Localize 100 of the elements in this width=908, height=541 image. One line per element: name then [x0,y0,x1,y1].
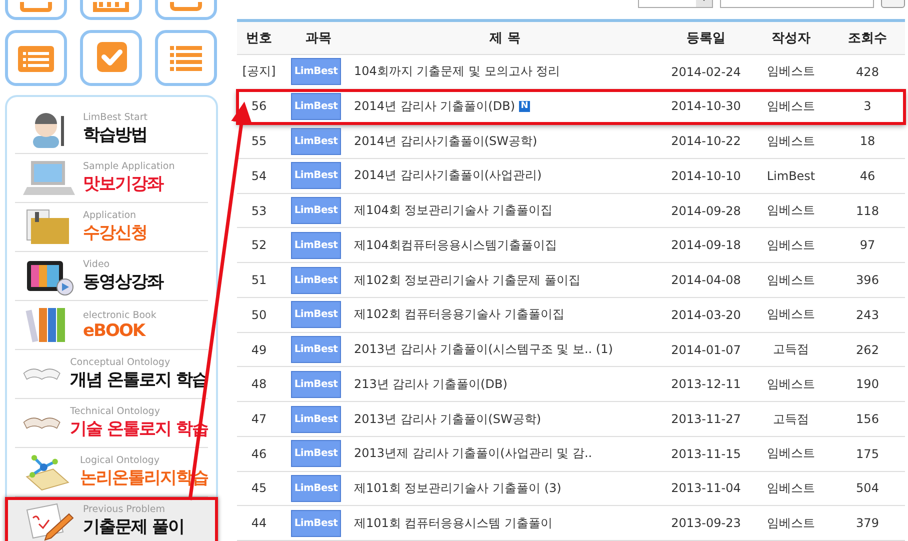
menu-title: 맛보기강좌 [83,173,164,195]
table-row[interactable]: 50 LimBest 제102회 컴퓨터응용기술사 기출풀이집 2014-03-20 임베스트 243 [237,298,905,333]
column-header: 번호 [245,30,273,47]
table-row[interactable]: 51 LimBest 제102회 정보관리기술사 기출문제 풀이집 2014-04-08 임베스트 396 [237,263,905,298]
menu-item[interactable]: Video 동영상강좌 [15,252,208,301]
menu-caption: Technical Ontology [70,406,161,417]
title-link[interactable]: 2013년 감리사 기출풀이(SW공학) [354,410,542,428]
author-cell-text: 임베스트 [766,236,816,254]
table-row[interactable]: 48 LimBest 213년 감리사 기출풀이(DB) 2013-12-11 임베스트 190 [237,367,905,402]
title-link[interactable]: 제101회 정보관리기술사 기출풀이 (3) [354,480,562,497]
table-row[interactable]: 55 LimBest 2014년 감리사기출풀이(SW공학) 2014-10-22 임베스트 18 [237,124,905,159]
calendar-icon [18,2,54,12]
menu-tile[interactable] [155,30,217,86]
number-cell-text: 45 [250,481,268,496]
views-cell-text: 243 [855,308,880,322]
menu-tile[interactable] [5,30,67,86]
author-cell-text: 임베스트 [766,376,816,393]
number-cell-text: 48 [250,377,268,392]
table-row[interactable]: 49 LimBest 2013년 감리사 기출풀이(시스템구조 및 보.. (1) 2014-01-07 고득점 262 [237,332,905,368]
views-cell-text: 97 [858,238,876,252]
title-link[interactable]: 제101회 컴퓨터응용시스템 기출풀이 [354,514,553,532]
title-link[interactable]: 2014년 감리사기출풀이(SW공학) [354,132,538,150]
date-cell-text: 2014-10-10 [670,168,742,183]
number-cell-text: 54 [250,168,268,183]
date-cell-text: 2014-09-18 [670,238,742,252]
number-cell-text: 53 [250,204,268,218]
author-cell-text: 임베스트 [766,202,816,220]
table-row[interactable]: 53 LimBest 제104회 정보관리기술사 기출풀이집 2014-09-28 임베스트 118 [237,194,905,228]
date-cell-text: 2014-01-07 [670,342,742,357]
grid-icon [93,2,129,12]
author-cell-text: 고득점 [772,410,810,428]
menu-title: 학습방법 [83,124,148,146]
title-link[interactable]: 213년 감리사 기출풀이(DB) [354,376,508,393]
menu-caption: electronic Book [83,310,156,320]
column-header: 과목 [304,30,332,47]
author-cell-text: 고득점 [772,341,810,358]
number-cell-text: 51 [250,273,268,288]
card-icon [168,2,204,12]
views-cell-text: 379 [855,516,880,530]
menu-title: eBOOK [83,320,147,340]
date-cell-text: 2013-11-04 [670,481,742,496]
views-cell-text: 396 [855,273,880,288]
subject-badge: LimBest [291,162,341,190]
title-link[interactable]: 제104회 정보관리기술사 기출풀이집 [354,202,553,220]
subject-badge: LimBest [291,128,341,155]
table-row[interactable]: 56 LimBest 2014년 감리사 기출풀이(DB) N 2014-10-30 임베스트 3 [237,90,905,124]
author-cell-text: 임베스트 [766,98,816,115]
table-row[interactable]: 52 LimBest 제104회컴퓨터응용시스템기출풀이집 2014-09-18 임베스트 97 [237,228,905,264]
menu-caption: Conceptual Ontology [70,357,172,368]
table-row[interactable]: [공지] LimBest 104회까지 기출문제 및 모의고사 정리 2014-02-24 임베스트 428 [237,54,905,90]
author-cell-text: 임베스트 [766,272,816,289]
table-row[interactable]: 54 LimBest 2014년 감리사기출풀이(사업관리) 2014-10-10 LimBest 46 [237,159,905,194]
menu-caption: Video [83,259,111,270]
title-link[interactable]: 2014년 감리사기출풀이(사업관리) [354,167,542,184]
column-header: 제 목 [488,30,522,47]
date-cell-text: 2013-11-15 [670,446,742,461]
views-cell-text: 3 [862,99,872,114]
author-cell-text: 임베스트 [766,63,816,80]
title-link[interactable]: 제104회컴퓨터응용시스템기출풀이집 [354,236,557,254]
date-cell-text: 2013-12-11 [670,377,742,392]
views-cell-text: 262 [855,342,880,357]
title-link[interactable]: 제102회 컴퓨터응용기술사 기출풀이집 [354,306,565,324]
menu-item[interactable]: LimBest Start 학습방법 [15,105,208,154]
views-cell-text: 156 [855,412,880,426]
subject-badge: LimBest [291,92,341,120]
table-row[interactable]: 44 LimBest 제101회 컴퓨터응용시스템 기출풀이 2013-09-23 임베스트 379 [237,506,905,541]
menu-item[interactable]: Previous Problem 기출문제 풀이 [5,497,218,541]
number-cell-text: 52 [250,238,268,252]
title-link[interactable]: 104회까지 기출문제 및 모의고사 정리 [354,63,560,80]
menu-title: 수강신청 [83,222,147,244]
subject-badge: LimBest [291,474,341,502]
title-link[interactable]: 2013년 감리사 기출풀이(시스템구조 및 보.. (1) [354,341,613,358]
subject-badge: LimBest [291,406,341,432]
table-row[interactable]: 45 LimBest 제101회 정보관리기술사 기출풀이 (3) 2013-11-04 임베스트 504 [237,472,905,506]
column-header: 조회수 [847,30,888,47]
author-cell-text: 임베스트 [766,132,816,150]
menu-caption: LimBest Start [83,112,148,123]
number-cell-text: 46 [250,446,268,461]
title-link[interactable]: 2013년제 감리사 기출풀이(사업관리 및 감.. [354,445,592,462]
column-header: 등록일 [686,30,726,47]
subject-badge: LimBest [291,58,341,86]
views-cell-text: 190 [855,377,880,392]
number-cell-text: 44 [250,516,268,530]
menu-caption: Previous Problem [83,504,166,515]
table-row[interactable]: 47 LimBest 2013년 감리사 기출풀이(SW공학) 2013-11-27 고득점 156 [237,402,905,437]
views-cell-text: 175 [855,446,880,461]
menu-title: 동영상강좌 [83,271,163,293]
subject-badge: LimBest [291,232,341,259]
number-cell-text: 50 [250,308,268,322]
subject-badge: LimBest [291,336,341,364]
table-row[interactable]: 46 LimBest 2013년제 감리사 기출풀이(사업관리 및 감.. 2013-11-15 임베스트 175 [237,436,905,472]
number-cell-text: 49 [250,342,268,357]
title-link[interactable]: 제102회 정보관리기술사 기출문제 풀이집 [354,272,580,289]
menu-tile[interactable] [80,30,142,86]
menu-caption: Logical Ontology [80,455,160,466]
subject-badge: LimBest [291,440,341,468]
menu-item[interactable]: Sample Application 맛보기강좌 [15,154,208,203]
title-link[interactable]: 2014년 감리사 기출풀이(DB) [354,98,516,115]
number-cell-text: [공지] [241,63,277,80]
menu-caption: Application [83,210,138,221]
